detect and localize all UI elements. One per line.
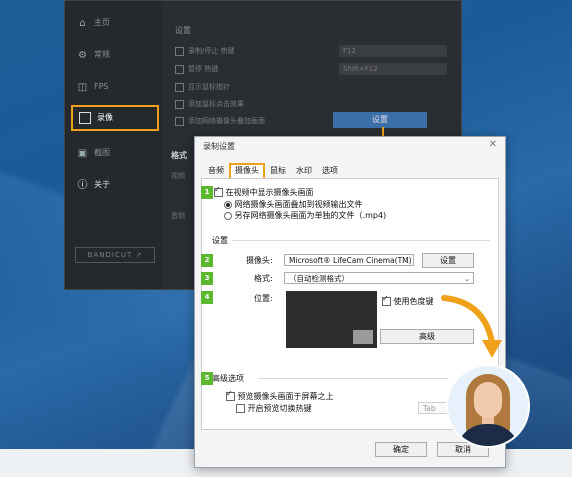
camera-select[interactable]: Microsoft® LifeCam Cinema(TM) ⌄	[284, 254, 414, 266]
option-label: 使用色度键	[393, 297, 434, 306]
position-label: 位置:	[254, 294, 273, 303]
sidebar-item-screenshot[interactable]: ▣ 截图	[77, 143, 110, 163]
sidebar-item-label: 录像	[97, 113, 113, 122]
avatar-face	[474, 382, 502, 418]
presenter-avatar	[446, 364, 530, 448]
chevron-down-icon: ⌄	[464, 275, 470, 283]
row-click-effect[interactable]: 添加鼠标点击效果	[175, 98, 244, 110]
fps-icon: ◫	[77, 81, 88, 93]
step-badge-4: 4	[201, 291, 213, 304]
tab-audio[interactable]: 音频	[203, 163, 229, 178]
row-label: 暂停 热键	[188, 65, 219, 73]
hotkey1-field[interactable]: F12	[339, 45, 447, 57]
sidebar-item-home[interactable]: ⌂ 主页	[77, 13, 110, 33]
overlay-radio-option[interactable]: 网络摄像头画面叠加到视频输出文件	[224, 199, 363, 210]
webcam-settings-button[interactable]: 设置	[333, 112, 427, 128]
audio-label: 音频	[171, 212, 185, 220]
curved-arrow-annotation	[441, 295, 502, 358]
sidebar: ⌂ 主页 ⚙ 常规 ◫ FPS 录像 ▣ 截图 ⓘ 关于 BANDICUT ↗	[65, 1, 163, 289]
tab-bar: 音频 摄像头 鼠标 水印 选项	[203, 163, 343, 180]
ok-button[interactable]: 确定	[375, 442, 427, 457]
show-in-video-option[interactable]: 在视频中显示摄像头画面	[214, 185, 314, 198]
sidebar-item-label: 常规	[94, 50, 110, 59]
home-icon: ⌂	[79, 17, 86, 29]
info-icon: ⓘ	[77, 179, 88, 191]
step-badge-2: 2	[201, 254, 213, 267]
chroma-key-option[interactable]: 使用色度键	[382, 294, 434, 307]
bandicut-logo[interactable]: BANDICUT ↗	[75, 247, 155, 263]
image-icon: ▣	[77, 147, 88, 159]
position-preview[interactable]	[286, 291, 377, 348]
group-divider	[258, 378, 448, 379]
sidebar-item-fps[interactable]: ◫ FPS	[77, 77, 109, 97]
hotkey2-field[interactable]: Shift+F12	[339, 63, 447, 75]
sidebar-item-about[interactable]: ⓘ 关于	[77, 175, 111, 195]
sidebar-item-label: 关于	[94, 180, 110, 189]
step-badge-3: 3	[201, 272, 213, 285]
sidebar-item-label: FPS	[94, 82, 109, 91]
chevron-down-icon: ⌄	[404, 257, 410, 265]
checkbox[interactable]	[214, 185, 223, 197]
section-title: 设置	[175, 26, 191, 35]
enable-hotkey-option[interactable]: 开启预览切换热键	[236, 403, 312, 414]
row-show-cursor[interactable]: 显示鼠标指针	[175, 81, 230, 93]
video-label: 视频	[171, 172, 185, 180]
camera-label: 摄像头:	[246, 256, 273, 265]
step-badge-1: 1	[201, 186, 213, 199]
checkbox[interactable]	[382, 294, 391, 306]
preview-on-top-option[interactable]: 预览摄像头画面于屏幕之上	[226, 389, 334, 402]
row-webcam-overlay[interactable]: 添加网络摄像头叠加画面	[175, 115, 265, 127]
tab-options[interactable]: 选项	[317, 163, 343, 178]
row-label: 添加鼠标点击效果	[188, 100, 244, 108]
row-label: 添加网络摄像头叠加画面	[188, 117, 265, 125]
camcorder-icon	[79, 112, 91, 124]
format-value: （自动检测格式）	[289, 274, 349, 283]
group-divider	[232, 240, 490, 241]
radio[interactable]	[224, 200, 232, 209]
checkbox[interactable]	[175, 82, 184, 92]
option-label: 开启预览切换热键	[247, 404, 312, 413]
row-label: 显示鼠标指针	[188, 83, 230, 91]
option-label: 预览摄像头画面于屏幕之上	[237, 392, 334, 401]
sidebar-item-label: 截图	[94, 148, 110, 157]
close-icon[interactable]: ✕	[489, 139, 497, 150]
sidebar-item-general[interactable]: ⚙ 常规	[77, 45, 110, 65]
checkbox[interactable]	[175, 64, 184, 74]
sidebar-item-label: 主页	[94, 18, 110, 27]
camera-value: Microsoft® LifeCam Cinema(TM)	[289, 256, 412, 265]
tab-mouse[interactable]: 鼠标	[265, 163, 291, 178]
checkbox[interactable]	[175, 99, 184, 109]
separate-file-radio-option[interactable]: 另存网络摄像头画面为单独的文件（.mp4)	[224, 210, 386, 221]
tab-watermark[interactable]: 水印	[291, 163, 317, 178]
option-label: 网络摄像头画面叠加到视频输出文件	[234, 200, 363, 209]
radio[interactable]	[224, 211, 232, 220]
settings-group-label: 设置	[212, 236, 228, 245]
webcam-position-marker[interactable]	[353, 330, 373, 344]
camera-settings-button[interactable]: 设置	[422, 253, 474, 268]
advanced-group-label: 高级选项	[212, 374, 244, 383]
step-badge-5: 5	[201, 372, 213, 385]
row-label: 录制/停止 热键	[188, 47, 235, 55]
format-heading: 格式	[171, 151, 187, 160]
sidebar-item-video[interactable]: 录像	[71, 105, 159, 131]
format-label: 格式:	[254, 274, 273, 283]
checkbox[interactable]	[175, 116, 184, 126]
row-pause-hotkey[interactable]: 暂停 热键	[175, 63, 218, 75]
option-label: 在视频中显示摄像头画面	[225, 188, 314, 197]
dialog-title: 录制设置	[203, 142, 235, 151]
format-select[interactable]: （自动检测格式） ⌄	[284, 272, 474, 284]
checkbox[interactable]	[226, 389, 235, 401]
gear-icon: ⚙	[78, 49, 87, 61]
row-record-hotkey[interactable]: 录制/停止 热键	[175, 45, 235, 57]
checkbox[interactable]	[236, 404, 245, 413]
checkbox[interactable]	[175, 46, 184, 56]
option-label: 另存网络摄像头画面为单独的文件（.mp4)	[234, 211, 387, 220]
